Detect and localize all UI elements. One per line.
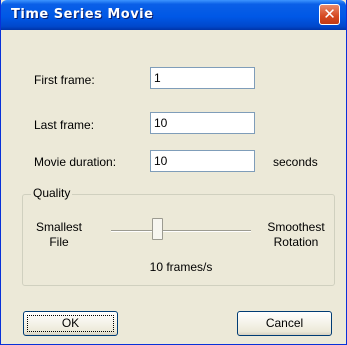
smoothest-label-line2: Rotation bbox=[273, 235, 319, 249]
quality-slider-thumb[interactable] bbox=[151, 218, 163, 240]
frame-rate-value: 10 frames/s bbox=[149, 260, 213, 274]
movie-duration-input[interactable]: 10 bbox=[150, 150, 255, 172]
quality-group-label: Quality bbox=[31, 186, 73, 200]
ok-button[interactable]: OK bbox=[23, 311, 118, 336]
smallest-label-line2: File bbox=[49, 235, 69, 249]
time-series-movie-dialog: Time Series Movie ✕ First frame: 1 Last … bbox=[0, 0, 347, 345]
first-frame-input[interactable]: 1 bbox=[150, 67, 255, 89]
dialog-title: Time Series Movie bbox=[11, 7, 154, 22]
cancel-button-label: Cancel bbox=[265, 316, 304, 330]
quality-slider-track[interactable] bbox=[111, 230, 251, 232]
movie-duration-label: Movie duration: bbox=[34, 155, 117, 169]
first-frame-label: First frame: bbox=[34, 73, 95, 87]
smoothest-label-line1: Smoothest bbox=[267, 220, 325, 234]
duration-unit-label: seconds bbox=[273, 155, 318, 169]
cancel-button[interactable]: Cancel bbox=[237, 311, 332, 336]
title-bar[interactable]: Time Series Movie ✕ bbox=[1, 0, 346, 30]
last-frame-input[interactable]: 10 bbox=[150, 112, 255, 134]
last-frame-label: Last frame: bbox=[34, 118, 95, 132]
close-button[interactable]: ✕ bbox=[319, 4, 340, 25]
smallest-label-line1: Smallest bbox=[35, 220, 82, 234]
close-icon: ✕ bbox=[323, 5, 336, 23]
ok-focus-rect bbox=[27, 315, 114, 332]
